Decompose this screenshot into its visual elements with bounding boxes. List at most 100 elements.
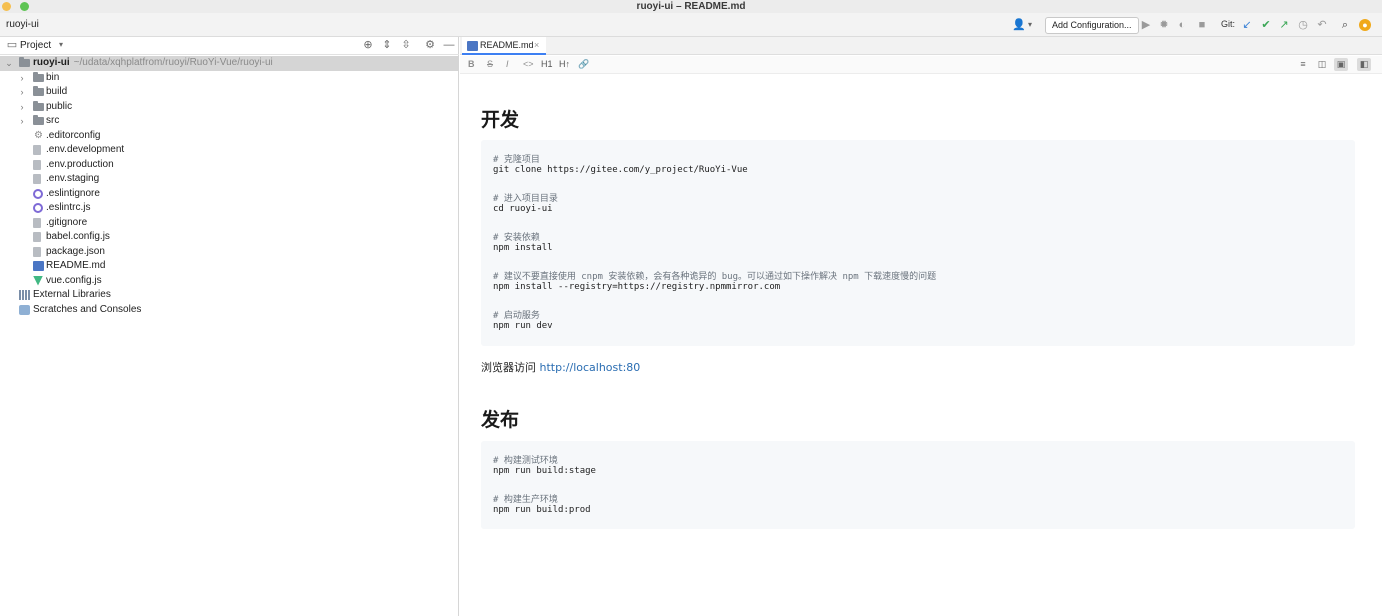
chevron-right-icon[interactable]: › [18, 71, 26, 86]
split-view-icon[interactable]: ◫ [1315, 58, 1329, 71]
root-path: ~/udata/xqhplatfrom/ruoyi/RuoYi-Vue/ruoy… [73, 57, 273, 68]
file-icon [33, 232, 41, 242]
library-icon [19, 290, 30, 300]
heading-release: 发布 [481, 409, 520, 431]
expand-all-icon[interactable]: ⇕ [381, 39, 393, 51]
code-comment: # 进入项目目录 [493, 194, 558, 204]
editor-only-icon[interactable]: ≡ [1296, 58, 1310, 71]
tree-item-label: package.json [46, 245, 105, 257]
tree-item-label: Scratches and Consoles [33, 303, 142, 315]
header-decrease-button[interactable]: H↑ [559, 59, 570, 69]
tree-item[interactable]: ⚙ .editorconfig [0, 129, 459, 144]
git-update-icon[interactable]: ↙ [1241, 19, 1253, 31]
collapse-all-icon[interactable]: ⇳ [400, 39, 412, 51]
chevron-down-icon[interactable]: ⌄ [5, 56, 13, 71]
chevron-right-icon[interactable]: › [18, 114, 26, 129]
gear-icon: ⚙ [34, 129, 43, 141]
tree-item-label: .editorconfig [46, 129, 101, 141]
tree-item-label: External Libraries [33, 289, 111, 300]
hide-icon[interactable]: — [443, 39, 455, 51]
tab-label: README.md [480, 40, 534, 50]
close-icon[interactable]: × [534, 40, 539, 50]
code-comment: # 安装依赖 [493, 233, 540, 243]
breadcrumb[interactable]: ruoyi-ui [6, 19, 39, 30]
markdown-file-icon [467, 41, 478, 51]
tree-item-label: build [46, 86, 68, 97]
eslint-icon [33, 188, 43, 199]
link-icon[interactable]: 🔗 [578, 59, 589, 70]
header-increase-button[interactable]: H1 [541, 59, 553, 69]
locate-icon[interactable]: ⊕ [362, 39, 374, 51]
tree-item-scratches[interactable]: Scratches and Consoles [0, 303, 459, 318]
chevron-right-icon[interactable]: › [18, 85, 26, 100]
italic-button[interactable]: I [506, 59, 509, 69]
tree-root-label: ruoyi-ui ~/udata/xqhplatfrom/ruoyi/RuoYi-… [33, 56, 273, 71]
code-block-release: # 构建测试环境 npm run build:stage # 构建生产环境 npm r… [481, 441, 1355, 529]
file-icon [33, 159, 41, 170]
code-command: npm run dev [493, 321, 553, 331]
editor-area: README.md × B S I <> H1 H↑ 🔗 ≡ ◫ ▣ ◧ 开发 … [460, 37, 1382, 616]
localhost-link[interactable]: http://localhost:80 [540, 361, 641, 374]
tree-item-label: public [46, 100, 73, 112]
search-icon[interactable]: ⌕ [1339, 19, 1351, 31]
chevron-right-icon[interactable]: › [18, 100, 26, 115]
file-icon [33, 145, 41, 155]
preview-only-icon[interactable]: ▣ [1334, 58, 1348, 71]
git-commit-icon[interactable]: ✔ [1260, 19, 1272, 31]
chevron-down-icon[interactable]: ▾ [1024, 19, 1036, 31]
chevron-down-icon[interactable]: ▾ [55, 39, 67, 51]
code-button[interactable]: <> [523, 59, 534, 69]
tree-item[interactable]: › src [0, 114, 459, 129]
tree-item[interactable]: .env.production [0, 158, 459, 173]
tree-item-label: .env.development [46, 144, 125, 155]
debug-icon[interactable]: ✹ [1158, 19, 1170, 31]
main-toolbar: ruoyi-ui 👤 ▾ Add Configuration... ▶ ✹ ◐ … [0, 13, 1382, 37]
tree-item[interactable]: .eslintrc.js [0, 201, 459, 216]
file-icon [33, 246, 41, 257]
project-view-selector[interactable]: Project [20, 40, 51, 51]
git-push-icon[interactable]: ↗ [1278, 19, 1290, 31]
run-icon[interactable]: ▶ [1140, 19, 1152, 31]
code-comment: # 克隆项目 [493, 155, 540, 165]
history-icon[interactable]: ◷ [1297, 19, 1309, 31]
folder-icon [33, 100, 44, 111]
add-configuration-button[interactable]: Add Configuration... [1045, 17, 1139, 34]
visit-paragraph: 浏览器访问 http://localhost:80 [481, 359, 640, 375]
tree-item[interactable]: .gitignore [0, 216, 459, 231]
tree-item[interactable]: › public [0, 100, 459, 115]
tree-item[interactable]: .env.development [0, 143, 459, 158]
tree-root-ruoyi-ui[interactable]: ⌄ ruoyi-ui ~/udata/xqhplatfrom/ruoyi/RuoY… [0, 56, 459, 71]
markdown-file-icon [33, 261, 44, 271]
updates-icon[interactable]: ● [1359, 19, 1371, 31]
project-header: ▭ Project ▾ ⊕ ⇕ ⇳ ⚙ — [0, 37, 459, 55]
tree-item[interactable]: README.md [0, 259, 459, 274]
tree-item-label: .gitignore [46, 216, 88, 228]
editor-tab-bar: README.md × [460, 37, 1382, 55]
tree-item[interactable]: babel.config.js [0, 230, 459, 245]
tree-item[interactable]: .eslintignore [0, 187, 459, 202]
bold-button[interactable]: B [468, 59, 475, 69]
tree-item[interactable]: package.json [0, 245, 459, 260]
tree-item-label: .env.production [46, 158, 114, 170]
preview-settings-icon[interactable]: ◧ [1357, 58, 1371, 71]
tree-item[interactable]: › build [0, 85, 459, 100]
stop-icon[interactable]: ■ [1196, 19, 1208, 31]
user-icon[interactable]: 👤 [1012, 19, 1026, 31]
folder-icon [19, 57, 30, 67]
coverage-icon[interactable]: ◐ [1176, 19, 1188, 31]
heading-develop: 开发 [481, 109, 520, 131]
root-name: ruoyi-ui [33, 57, 70, 68]
vue-icon [33, 275, 43, 286]
gear-icon[interactable]: ⚙ [424, 39, 436, 51]
tab-readme[interactable]: README.md × [462, 37, 546, 55]
git-label: Git: [1221, 19, 1236, 29]
tree-item[interactable]: › bin [0, 71, 459, 86]
tree-item-label: .eslintrc.js [46, 202, 91, 213]
rollback-icon[interactable]: ↶ [1316, 19, 1328, 31]
title-bar: ruoyi-ui – README.md [0, 0, 1382, 13]
tree-item-label: .env.staging [46, 173, 100, 184]
tree-item[interactable]: vue.config.js [0, 274, 459, 289]
tree-item[interactable]: .env.staging [0, 172, 459, 187]
tree-item-external-libraries[interactable]: External Libraries [0, 288, 459, 303]
strikethrough-button[interactable]: S [487, 59, 493, 69]
